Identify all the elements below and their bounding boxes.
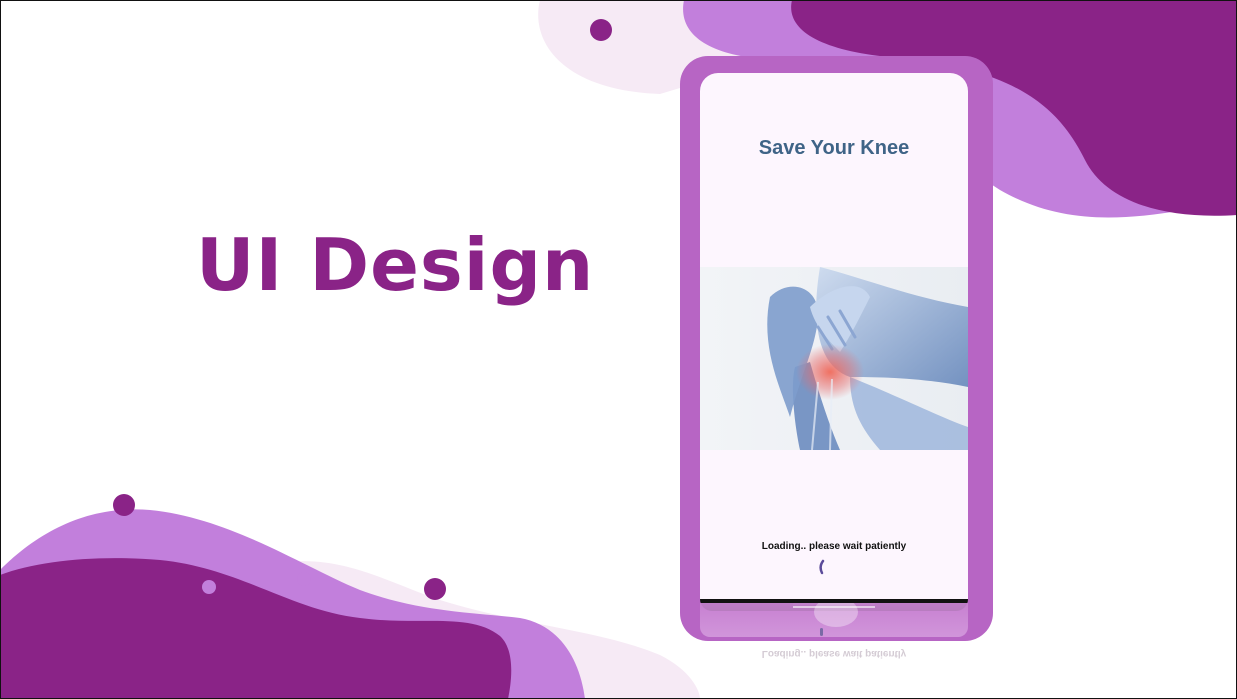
decorative-background [0, 0, 1237, 699]
bottom-dot-small-2 [297, 572, 311, 586]
phone-reflection [700, 603, 968, 637]
app-title: Save Your Knee [758, 137, 910, 159]
app-screen: Save Your Knee Loading.. please wait pat… [700, 73, 968, 599]
reflection-highlight [814, 603, 858, 627]
loading-message: Loading.. please wait patiently [761, 541, 907, 552]
reflected-loading-message: Loading.. please wait patiently [761, 648, 907, 659]
knee-xray-illustration [767, 267, 968, 450]
phone-mockup: Save Your Knee Loading.. please wait pat… [680, 56, 993, 641]
bottom-dot-small-1 [202, 580, 216, 594]
loading-spinner-icon [819, 559, 825, 575]
top-dot [590, 19, 612, 41]
slide-headline: UI Design [196, 223, 595, 307]
reflection-spinner [820, 628, 823, 636]
bottom-dot-large [113, 494, 135, 516]
hero-image-knee [700, 267, 968, 450]
bottom-dot-medium [424, 578, 446, 600]
